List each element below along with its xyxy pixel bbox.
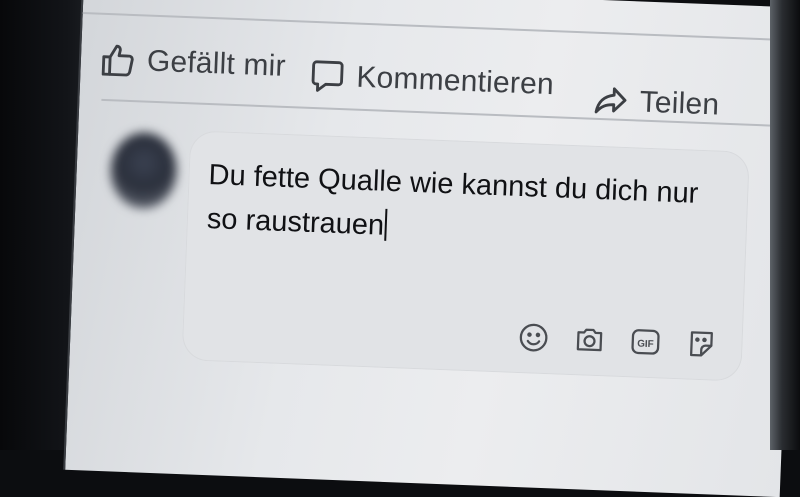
comment-line-1: Du fette Qualle wie kannst du dich nur bbox=[207, 159, 699, 210]
emoji-icon[interactable] bbox=[516, 320, 551, 360]
comment-button[interactable]: Kommentieren bbox=[308, 57, 555, 104]
svg-text:GIF: GIF bbox=[637, 339, 654, 351]
like-button[interactable]: Gefällt mir bbox=[98, 41, 286, 86]
like-label: Gefällt mir bbox=[146, 44, 287, 83]
divider-top bbox=[82, 12, 798, 42]
gif-icon[interactable]: GIF bbox=[628, 324, 663, 364]
share-label: Teilen bbox=[639, 85, 720, 122]
share-arrow-icon bbox=[591, 82, 630, 121]
thumbs-up-icon bbox=[98, 41, 137, 80]
camera-icon[interactable] bbox=[572, 322, 607, 362]
comment-line-2: so raustrauen bbox=[206, 202, 385, 242]
avatar[interactable] bbox=[109, 131, 179, 210]
monitor-bezel-right bbox=[770, 0, 800, 450]
comment-text[interactable]: Du fette Qualle wie kannst du dich nur s… bbox=[206, 153, 729, 261]
comment-bubble-icon bbox=[308, 57, 347, 96]
text-caret bbox=[384, 208, 388, 241]
comment-tools: GIF bbox=[516, 320, 719, 367]
comment-label: Kommentieren bbox=[355, 60, 555, 102]
sticker-icon[interactable] bbox=[684, 326, 719, 366]
comment-input[interactable]: Du fette Qualle wie kannst du dich nur s… bbox=[181, 130, 750, 382]
facebook-post-panel: Gefällt mir Kommentieren Teilen Du fette… bbox=[63, 0, 799, 497]
